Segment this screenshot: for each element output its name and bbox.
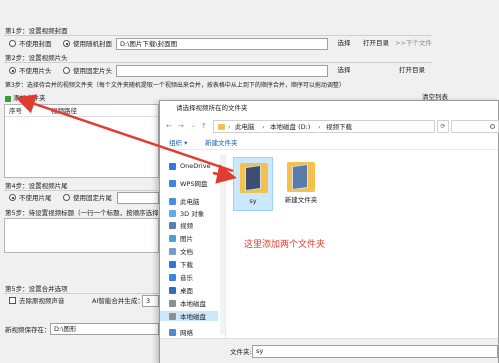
annotation-arrows bbox=[15, 94, 237, 184]
arrow-to-add-folder bbox=[15, 94, 234, 173]
arrow-to-folders bbox=[212, 164, 237, 184]
